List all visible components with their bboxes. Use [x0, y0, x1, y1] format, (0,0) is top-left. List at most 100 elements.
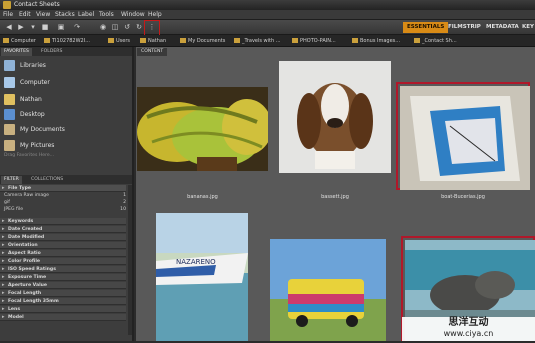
- favorite-my-documents[interactable]: My Documents: [4, 122, 130, 137]
- documents-icon: [4, 124, 15, 135]
- title-bar: Contact Sheets: [0, 0, 535, 10]
- menu-label[interactable]: Label: [78, 11, 94, 18]
- workspace-metadata[interactable]: METADATA: [482, 22, 523, 33]
- filter-focal-length-35mm[interactable]: Focal Length 35mm: [0, 298, 126, 305]
- rotate-right-icon[interactable]: ↻: [134, 23, 144, 31]
- tab-folders[interactable]: FOLDERS: [38, 48, 66, 56]
- thumbnail-caption: bassett.jpg: [321, 194, 349, 200]
- folder-icon: [234, 38, 240, 43]
- tab-content[interactable]: CONTENT: [137, 48, 168, 56]
- tab-favorites[interactable]: FAVORITES: [1, 48, 32, 56]
- folder-icon: [292, 38, 298, 43]
- boat-image: [400, 86, 530, 190]
- filter-model[interactable]: Model: [0, 314, 126, 321]
- crumb-drive[interactable]: TI102782W2I...: [44, 37, 90, 45]
- crumb-travels[interactable]: _Travels with ...: [234, 37, 281, 45]
- watermark-line2: www.ciya.cn: [443, 329, 494, 338]
- filter-exposure-time[interactable]: Exposure Time: [0, 274, 126, 281]
- filter-file-type-header[interactable]: File Type: [0, 185, 126, 192]
- crumb-contact-sheets[interactable]: _Contact Sh...: [414, 37, 457, 45]
- folder-icon: [414, 38, 420, 43]
- menu-file[interactable]: File: [3, 11, 13, 18]
- back-icon[interactable]: ◀: [4, 23, 14, 31]
- filter-scrollbar[interactable]: [128, 185, 132, 335]
- favorite-nathan[interactable]: Nathan: [4, 92, 130, 107]
- menu-tools[interactable]: Tools: [99, 11, 114, 18]
- filter-aspect-ratio[interactable]: Aspect Ratio: [0, 250, 126, 257]
- recent-folder-icon[interactable]: ■: [40, 23, 50, 31]
- path-bar: Computer TI102782W2I... Users Nathan My …: [0, 35, 535, 47]
- boat-nazareno-image: NAZARENO: [156, 213, 248, 341]
- left-panel: FAVORITES FOLDERS Libraries Computer Nat…: [0, 47, 134, 341]
- forward-icon[interactable]: ▶: [16, 23, 26, 31]
- crumb-nathan[interactable]: Nathan: [140, 37, 166, 45]
- bassett-image: [279, 61, 391, 173]
- watermark-line1: 思洋互动: [448, 317, 489, 328]
- menu-view[interactable]: View: [36, 11, 50, 18]
- menu-window[interactable]: Window: [121, 11, 145, 18]
- crumb-bonus-images[interactable]: Bonus Images...: [352, 37, 400, 45]
- crumb-users[interactable]: Users: [108, 37, 130, 45]
- favorite-my-pictures[interactable]: My Pictures: [4, 138, 130, 153]
- thumbnail-bus[interactable]: [270, 239, 386, 341]
- rotate-left-icon[interactable]: ↺: [122, 23, 132, 31]
- refine-icon[interactable]: ↷: [72, 23, 82, 31]
- tab-filter[interactable]: FILTER: [1, 176, 22, 184]
- folder-icon: [180, 38, 186, 43]
- desktop-icon: [4, 109, 15, 120]
- workspace-essentials[interactable]: ESSENTIALS: [403, 22, 449, 33]
- toolbar: ◀ ▶ ▾ ■ ▣ ↷ ◉ ◫ ↺ ↻ ⋮ ESSENTIALS FILMSTR…: [0, 20, 535, 35]
- filter-lens[interactable]: Lens: [0, 306, 126, 313]
- camera-raw-icon[interactable]: ◉: [98, 23, 108, 31]
- filter-keywords[interactable]: Keywords: [0, 218, 126, 225]
- computer-icon: [3, 38, 9, 43]
- pictures-icon: [4, 140, 15, 151]
- drive-icon: [44, 38, 50, 43]
- crumb-photo-painting[interactable]: PHOTO-PAIN...: [292, 37, 336, 45]
- output-icon[interactable]: ◫: [110, 23, 120, 31]
- watermark: 思洋互动 www.ciya.cn: [402, 317, 535, 341]
- computer-icon: [4, 77, 15, 88]
- thumbnail-caption: bananas.jpg: [187, 194, 218, 200]
- thumbnail-bananas[interactable]: [137, 87, 272, 171]
- crumb-my-documents[interactable]: My Documents: [180, 37, 225, 45]
- menu-stacks[interactable]: Stacks: [55, 11, 75, 18]
- crumb-computer[interactable]: Computer: [3, 37, 36, 45]
- bridge-app-icon: [3, 1, 11, 9]
- filter-focal-length[interactable]: Focal Length: [0, 290, 126, 297]
- menu-edit[interactable]: Edit: [19, 11, 31, 18]
- favorite-computer[interactable]: Computer: [4, 75, 130, 90]
- workspace-filmstrip[interactable]: FILMSTRIP: [444, 22, 485, 33]
- menu-help[interactable]: Help: [148, 11, 162, 18]
- favorite-libraries[interactable]: Libraries: [4, 58, 130, 73]
- favorites-tab-row: FAVORITES FOLDERS: [0, 47, 132, 56]
- favorite-desktop[interactable]: Desktop: [4, 107, 130, 122]
- filter-iso-speed[interactable]: ISO Speed Ratings: [0, 266, 126, 273]
- filter-file-type-item[interactable]: gif 2: [4, 200, 128, 206]
- filter-color-profile[interactable]: Color Profile: [0, 258, 126, 265]
- user-folder-icon: [4, 94, 15, 105]
- workspace-keywords[interactable]: KEY: [518, 22, 535, 33]
- folder-icon: [140, 38, 146, 43]
- bananas-image: [137, 87, 272, 171]
- thumbnail-boat-nazareno[interactable]: NAZARENO: [156, 213, 248, 341]
- filter-file-type-item[interactable]: JPEG file 10: [4, 207, 128, 213]
- filter-file-type-item[interactable]: Camera Raw image 1: [4, 193, 128, 199]
- folder-icon: [352, 38, 358, 43]
- thumbnail-caption: boat-Bucerias.jpg: [441, 194, 485, 200]
- dropdown-icon[interactable]: ▾: [28, 23, 38, 31]
- filter-date-created[interactable]: Date Created: [0, 226, 126, 233]
- tab-collections[interactable]: COLLECTIONS: [28, 176, 67, 184]
- window-title: Contact Sheets: [14, 1, 60, 8]
- bus-image: [270, 239, 386, 341]
- libraries-icon: [4, 60, 15, 71]
- filter-aperture-value[interactable]: Aperture Value: [0, 282, 126, 289]
- filter-tab-row: FILTER COLLECTIONS: [0, 175, 132, 184]
- get-photos-icon[interactable]: ▣: [56, 23, 66, 31]
- menu-bar: File Edit View Stacks Label Tools Window…: [0, 10, 535, 20]
- filter-orientation[interactable]: Orientation: [0, 242, 126, 249]
- thumbnail-boat-bucerias[interactable]: [396, 82, 530, 190]
- folder-icon: [108, 38, 114, 43]
- thumbnail-bassett[interactable]: [279, 61, 391, 173]
- filter-date-modified[interactable]: Date Modified: [0, 234, 126, 241]
